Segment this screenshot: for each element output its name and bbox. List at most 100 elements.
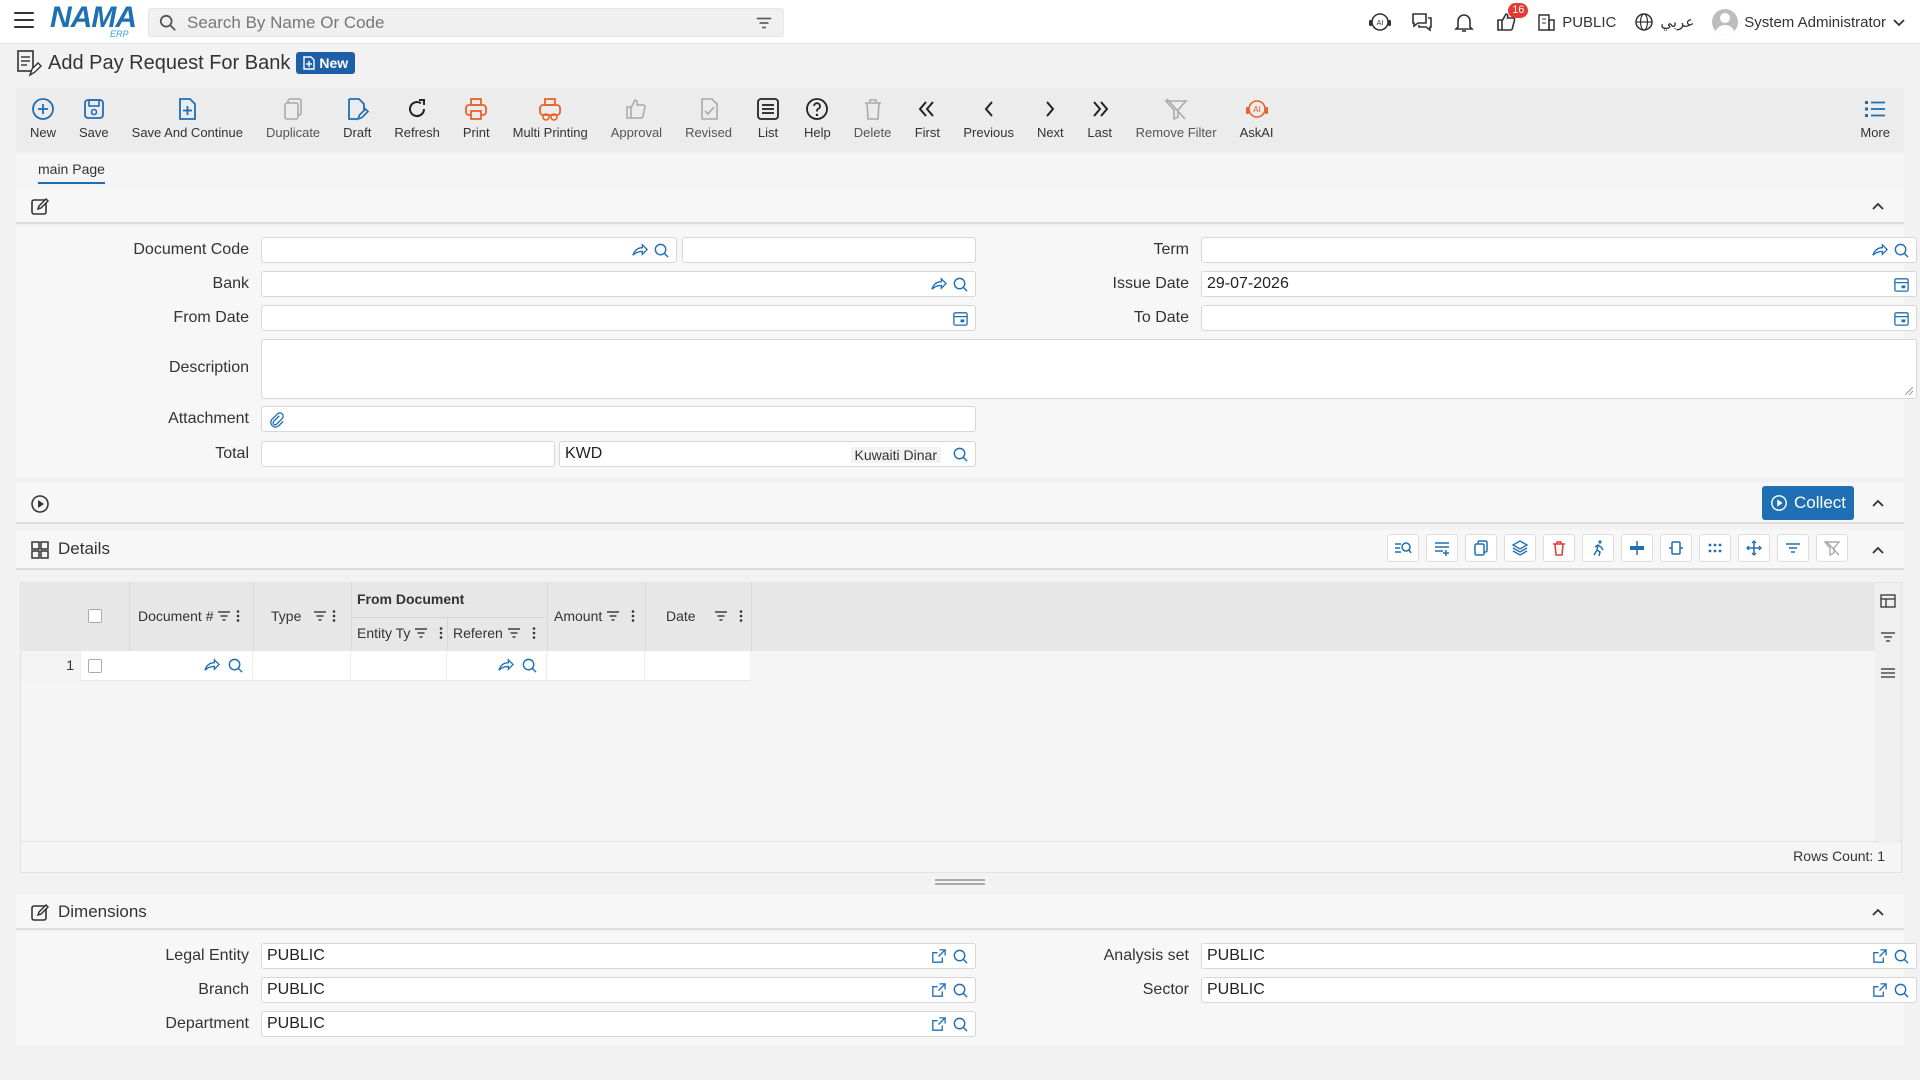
resize-grip-icon[interactable] [1905, 387, 1913, 395]
delete-row-button[interactable] [1543, 534, 1575, 562]
filter-icon[interactable] [313, 609, 327, 623]
insert-row-button[interactable] [1621, 534, 1653, 562]
document-no-cell[interactable] [129, 651, 253, 681]
columns-icon[interactable] [1880, 593, 1896, 609]
term-input[interactable] [1201, 237, 1917, 263]
legal-entity-input[interactable]: PUBLIC [261, 943, 976, 969]
tab-main-page[interactable]: main Page [38, 161, 105, 184]
kebab-menu-icon[interactable] [630, 609, 636, 623]
lookup-search-icon[interactable] [952, 982, 969, 999]
filter-button[interactable] [1777, 534, 1809, 562]
previous-button[interactable]: Previous [963, 88, 1014, 140]
next-button[interactable]: Next [1037, 88, 1064, 140]
column-date[interactable]: Date [666, 608, 744, 624]
run-button[interactable] [1582, 534, 1614, 562]
chevron-up-icon[interactable] [1870, 904, 1886, 920]
chevron-up-icon[interactable] [1870, 495, 1886, 511]
list-button[interactable]: List [755, 88, 781, 140]
add-row-button[interactable] [1426, 534, 1458, 562]
user-menu[interactable]: System Administrator [1712, 9, 1906, 35]
issue-date-input[interactable]: 29-07-2026 [1201, 271, 1917, 297]
last-button[interactable]: Last [1087, 88, 1113, 140]
to-date-input[interactable] [1201, 305, 1917, 331]
open-link-icon[interactable] [631, 242, 648, 259]
lookup-search-icon[interactable] [653, 242, 670, 259]
chat-icon[interactable] [1410, 10, 1434, 34]
analysis-set-input[interactable]: PUBLIC [1201, 943, 1917, 969]
sector-input[interactable]: PUBLIC [1201, 977, 1917, 1003]
lookup-search-icon[interactable] [952, 276, 969, 293]
branch-input[interactable]: PUBLIC [261, 977, 976, 1003]
delete-button[interactable]: Delete [854, 88, 891, 140]
nama-logo[interactable]: NAMA ERP [50, 3, 137, 40]
description-textarea[interactable] [261, 339, 1917, 399]
layers-button[interactable] [1504, 534, 1536, 562]
kebab-menu-icon[interactable] [531, 626, 537, 640]
lookup-search-icon[interactable] [521, 657, 538, 674]
external-link-icon[interactable] [1871, 982, 1888, 999]
menu-lines-icon[interactable] [1880, 665, 1896, 681]
refresh-button[interactable]: Refresh [394, 88, 440, 140]
column-type[interactable]: Type [271, 608, 337, 624]
table-row[interactable]: 1 [21, 651, 751, 681]
select-all-checkbox[interactable] [88, 609, 102, 623]
new-button[interactable]: New [30, 88, 56, 140]
copy-row-button[interactable] [1465, 534, 1497, 562]
kebab-menu-icon[interactable] [738, 609, 744, 623]
external-link-icon[interactable] [930, 982, 947, 999]
branch-selector[interactable]: PUBLIC [1536, 12, 1616, 32]
currency-input[interactable]: KWD Kuwaiti Dinar [559, 441, 976, 467]
chevron-up-icon[interactable] [1870, 542, 1886, 558]
kebab-menu-icon[interactable] [331, 609, 337, 623]
draft-button[interactable]: Draft [343, 88, 371, 140]
external-link-icon[interactable] [1871, 948, 1888, 965]
filter-icon[interactable] [606, 609, 620, 623]
approval-button[interactable]: Approval [611, 88, 662, 140]
collect-button[interactable]: Collect [1762, 486, 1854, 520]
attachment-input[interactable] [261, 406, 976, 432]
bank-input[interactable] [261, 271, 976, 297]
reference-cell[interactable] [447, 651, 547, 681]
from-date-input[interactable] [261, 305, 976, 331]
filter-icon[interactable] [714, 609, 728, 623]
filter-icon[interactable] [507, 626, 521, 640]
first-button[interactable]: First [914, 88, 940, 140]
type-cell[interactable] [253, 651, 351, 681]
kebab-menu-icon[interactable] [438, 626, 444, 640]
amount-cell[interactable] [547, 651, 645, 681]
resize-handle[interactable] [935, 879, 985, 885]
lookup-search-icon[interactable] [227, 657, 244, 674]
entity-type-cell[interactable] [351, 651, 447, 681]
external-link-icon[interactable] [930, 1016, 947, 1033]
date-cell[interactable] [645, 651, 751, 681]
lookup-search-icon[interactable] [1893, 948, 1910, 965]
save-button[interactable]: Save [79, 88, 109, 140]
lookup-search-icon[interactable] [952, 948, 969, 965]
total-input[interactable] [261, 441, 555, 467]
language-selector[interactable]: عربي [1634, 12, 1694, 32]
open-link-icon[interactable] [203, 657, 220, 674]
grid-search-button[interactable] [1387, 534, 1419, 562]
bell-icon[interactable] [1452, 10, 1476, 34]
filter-lines-icon[interactable] [755, 14, 773, 32]
revised-button[interactable]: Revised [685, 88, 732, 140]
duplicate-button[interactable]: Duplicate [266, 88, 320, 140]
tasks-icon[interactable]: 16 [1494, 3, 1529, 34]
kebab-menu-icon[interactable] [235, 609, 241, 623]
external-link-icon[interactable] [930, 948, 947, 965]
column-document-no[interactable]: Document # [138, 608, 241, 624]
column-reference[interactable]: Referen [453, 625, 537, 641]
calendar-icon[interactable] [1893, 310, 1910, 327]
multi-printing-button[interactable]: Multi Printing [513, 88, 588, 140]
open-link-icon[interactable] [497, 657, 514, 674]
move-button[interactable] [1738, 534, 1770, 562]
column-entity-type[interactable]: Entity Ty [357, 625, 444, 641]
clear-filter-button[interactable] [1816, 534, 1848, 562]
paperclip-icon[interactable] [268, 411, 285, 428]
menu-icon[interactable] [14, 12, 34, 30]
help-button[interactable]: Help [804, 88, 831, 140]
open-link-icon[interactable] [1871, 242, 1888, 259]
lookup-search-icon[interactable] [952, 446, 969, 463]
ai-assistant-icon[interactable]: AI [1368, 10, 1392, 34]
print-button[interactable]: Print [463, 88, 490, 140]
